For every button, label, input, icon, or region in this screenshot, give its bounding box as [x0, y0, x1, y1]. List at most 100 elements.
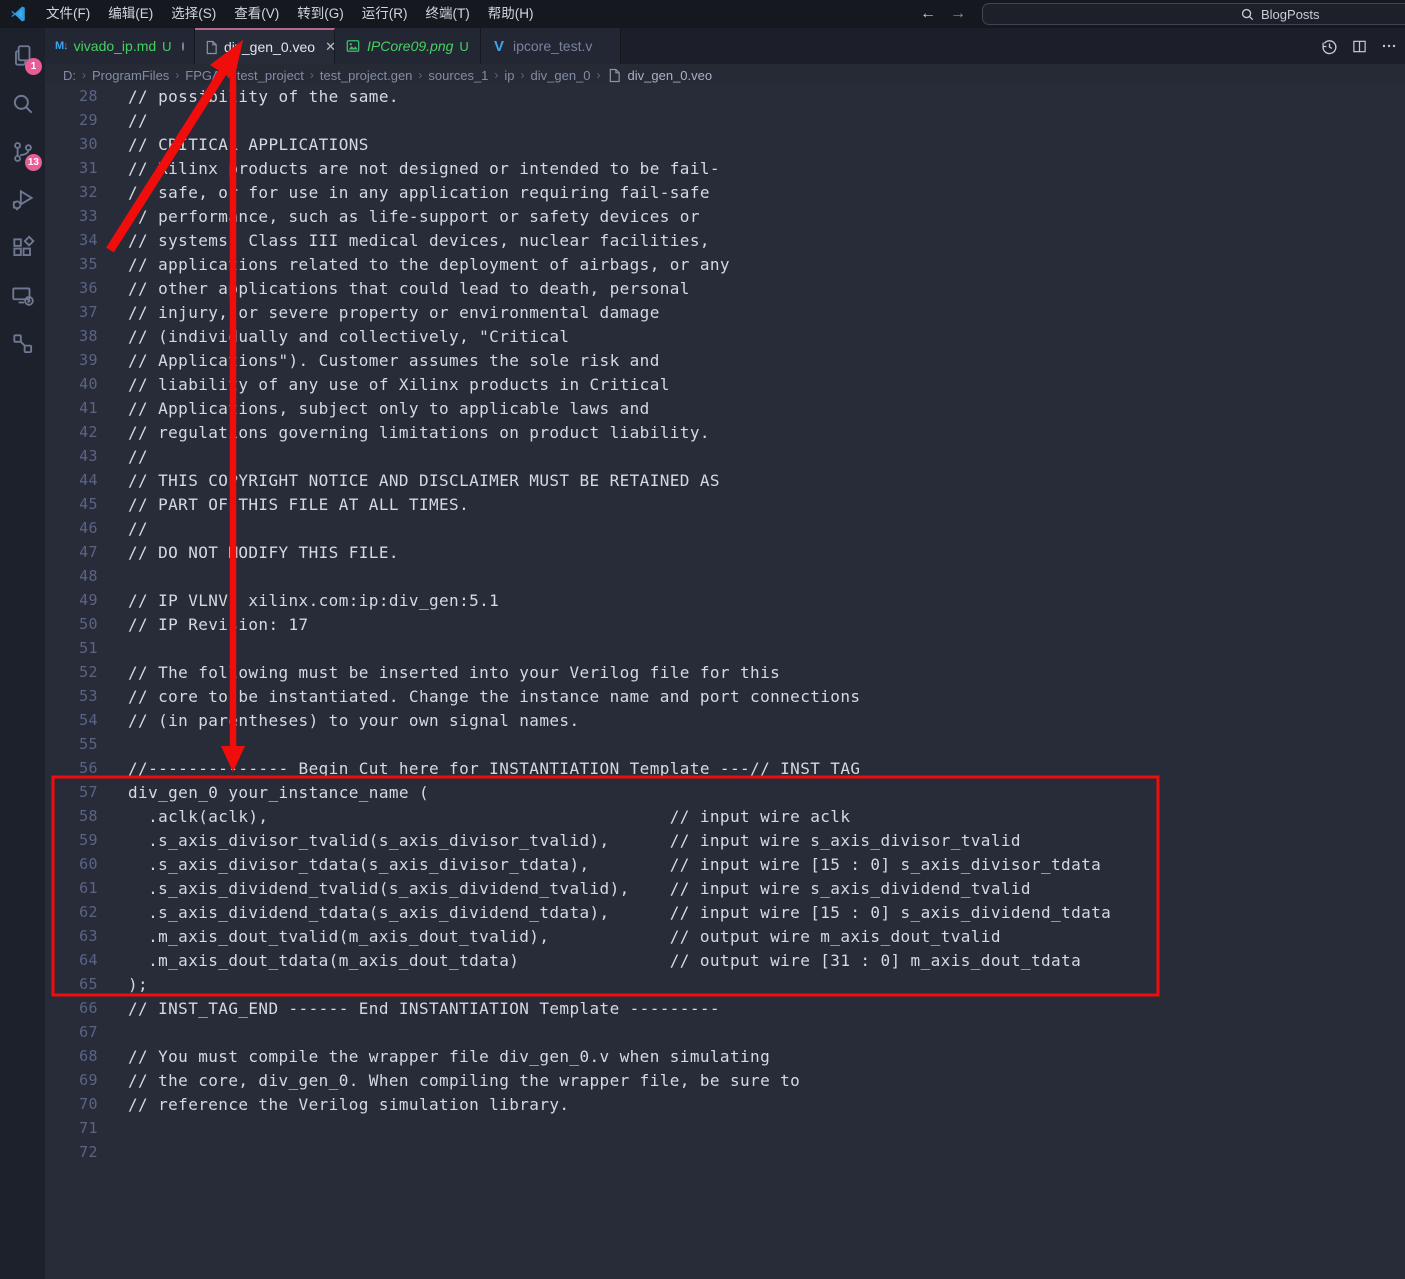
code-line[interactable]: 35// applications related to the deploym… — [45, 252, 1405, 276]
code-line[interactable]: 48 — [45, 564, 1405, 588]
history-icon[interactable] — [1319, 36, 1339, 56]
code-line[interactable]: 32// safe, or for use in any application… — [45, 180, 1405, 204]
breadcrumb-item[interactable]: test_project — [235, 68, 306, 83]
breadcrumb-item[interactable]: div_gen_0 — [529, 68, 593, 83]
search-box-text: BlogPosts — [1261, 7, 1320, 22]
menu-item-2[interactable]: 选择(S) — [162, 0, 225, 28]
code-line[interactable]: 36// other applications that could lead … — [45, 276, 1405, 300]
code-line[interactable]: 65); — [45, 972, 1405, 996]
code-line[interactable]: 58 .aclk(aclk), // input wire aclk — [45, 804, 1405, 828]
tab-vivado_ip-md[interactable]: M↓vivado_ip.mdU — [45, 28, 195, 64]
line-text: // You must compile the wrapper file div… — [128, 1047, 770, 1066]
line-text: // — [128, 447, 148, 466]
code-line[interactable]: 63 .m_axis_dout_tvalid(m_axis_dout_tvali… — [45, 924, 1405, 948]
tab-IPCore09-png[interactable]: IPCore09.pngU — [335, 28, 481, 64]
breadcrumb-item[interactable]: FPGA — [183, 68, 222, 83]
breadcrumb-item[interactable]: D: — [61, 68, 78, 83]
code-line[interactable]: 60 .s_axis_divisor_tdata(s_axis_divisor_… — [45, 852, 1405, 876]
breadcrumb-item[interactable]: sources_1 — [426, 68, 490, 83]
breadcrumb-item[interactable]: ip — [502, 68, 516, 83]
activity-bar: 1 13 — [0, 28, 45, 1279]
code-line[interactable]: 57div_gen_0 your_instance_name ( — [45, 780, 1405, 804]
sidebar-item-extensions[interactable] — [0, 224, 45, 272]
line-text: // (individually and collectively, "Crit… — [128, 327, 569, 346]
code-line[interactable]: 54// (in parentheses) to your own signal… — [45, 708, 1405, 732]
tab-ipcore_test-v[interactable]: Vipcore_test.v — [481, 28, 621, 64]
code-line[interactable]: 33// performance, such as life-support o… — [45, 204, 1405, 228]
code-line[interactable]: 28// possibility of the same. — [45, 84, 1405, 108]
sidebar-item-explorer[interactable]: 1 — [0, 32, 45, 80]
sidebar-item-remote-explorer[interactable] — [0, 272, 45, 320]
line-text: .s_axis_divisor_tvalid(s_axis_divisor_tv… — [128, 831, 1021, 850]
code-line[interactable]: 39// Applications"). Customer assumes th… — [45, 348, 1405, 372]
code-line[interactable]: 30// CRITICAL APPLICATIONS — [45, 132, 1405, 156]
code-line[interactable]: 67 — [45, 1020, 1405, 1044]
line-text: .m_axis_dout_tdata(m_axis_dout_tdata) //… — [128, 951, 1081, 970]
code-line[interactable]: 41// Applications, subject only to appli… — [45, 396, 1405, 420]
menu-item-5[interactable]: 运行(R) — [353, 0, 417, 28]
breadcrumb-item[interactable]: ProgramFiles — [90, 68, 171, 83]
code-line[interactable]: 70// reference the Verilog simulation li… — [45, 1092, 1405, 1116]
line-text: // INST_TAG_END ------ End INSTANTIATION… — [128, 999, 720, 1018]
line-text: // Applications"). Customer assumes the … — [128, 351, 660, 370]
line-text: // regulations governing limitations on … — [128, 423, 710, 442]
code-line[interactable]: 66// INST_TAG_END ------ End INSTANTIATI… — [45, 996, 1405, 1020]
code-line[interactable]: 71 — [45, 1116, 1405, 1140]
breadcrumb-label: div_gen_0 — [531, 68, 591, 83]
breadcrumb-item[interactable]: test_project.gen — [318, 68, 415, 83]
code-line[interactable]: 37// injury, or severe property or envir… — [45, 300, 1405, 324]
code-line[interactable]: 47// DO NOT MODIFY THIS FILE. — [45, 540, 1405, 564]
line-number: 46 — [45, 519, 98, 537]
code-line[interactable]: 61 .s_axis_dividend_tvalid(s_axis_divide… — [45, 876, 1405, 900]
menu-item-7[interactable]: 帮助(H) — [479, 0, 543, 28]
code-line[interactable]: 55 — [45, 732, 1405, 756]
menu-item-4[interactable]: 转到(G) — [288, 0, 353, 28]
menu-item-6[interactable]: 终端(T) — [417, 0, 479, 28]
menu-item-1[interactable]: 编辑(E) — [99, 0, 162, 28]
code-line[interactable]: 34// systems, Class III medical devices,… — [45, 228, 1405, 252]
line-number: 51 — [45, 639, 98, 657]
sidebar-item-symbols[interactable] — [0, 320, 45, 368]
code-line[interactable]: 51 — [45, 636, 1405, 660]
code-line[interactable]: 38// (individually and collectively, "Cr… — [45, 324, 1405, 348]
code-line[interactable]: 69// the core, div_gen_0. When compiling… — [45, 1068, 1405, 1092]
code-line[interactable]: 68// You must compile the wrapper file d… — [45, 1044, 1405, 1068]
menu-item-3[interactable]: 查看(V) — [225, 0, 288, 28]
code-line[interactable]: 42// regulations governing limitations o… — [45, 420, 1405, 444]
line-number: 33 — [45, 207, 98, 225]
code-line[interactable]: 49// IP VLNV: xilinx.com:ip:div_gen:5.1 — [45, 588, 1405, 612]
back-arrow-icon[interactable]: ← — [920, 5, 936, 23]
line-number: 45 — [45, 495, 98, 513]
tab-div_gen_0-veo[interactable]: div_gen_0.veo✕ — [195, 28, 335, 64]
sidebar-item-source-control[interactable]: 13 — [0, 128, 45, 176]
breadcrumb-item[interactable]: div_gen_0.veo — [605, 68, 715, 83]
code-line[interactable]: 45// PART OF THIS FILE AT ALL TIMES. — [45, 492, 1405, 516]
split-editor-icon[interactable] — [1349, 36, 1369, 56]
line-number: 28 — [45, 87, 98, 105]
code-editor[interactable]: 28// possibility of the same.29//30// CR… — [45, 84, 1405, 1164]
more-actions-icon[interactable] — [1379, 36, 1399, 56]
remote-icon — [10, 283, 36, 309]
code-line[interactable]: 56//-------------- Begin Cut here for IN… — [45, 756, 1405, 780]
code-line[interactable]: 44// THIS COPYRIGHT NOTICE AND DISCLAIME… — [45, 468, 1405, 492]
code-line[interactable]: 40// liability of any use of Xilinx prod… — [45, 372, 1405, 396]
code-line[interactable]: 59 .s_axis_divisor_tvalid(s_axis_divisor… — [45, 828, 1405, 852]
line-number: 55 — [45, 735, 98, 753]
code-line[interactable]: 29// — [45, 108, 1405, 132]
code-line[interactable]: 50// IP Revision: 17 — [45, 612, 1405, 636]
sidebar-item-search[interactable] — [0, 80, 45, 128]
code-line[interactable]: 46// — [45, 516, 1405, 540]
code-line[interactable]: 62 .s_axis_dividend_tdata(s_axis_dividen… — [45, 900, 1405, 924]
command-search-box[interactable]: BlogPosts — [982, 3, 1405, 25]
code-line[interactable]: 72 — [45, 1140, 1405, 1164]
forward-arrow-icon[interactable]: → — [950, 5, 966, 23]
chevron-right-icon: › — [517, 68, 529, 82]
code-line[interactable]: 64 .m_axis_dout_tdata(m_axis_dout_tdata)… — [45, 948, 1405, 972]
code-line[interactable]: 52// The following must be inserted into… — [45, 660, 1405, 684]
menu-item-0[interactable]: 文件(F) — [37, 0, 99, 28]
code-line[interactable]: 43// — [45, 444, 1405, 468]
sidebar-item-run-debug[interactable] — [0, 176, 45, 224]
code-line[interactable]: 53// core to be instantiated. Change the… — [45, 684, 1405, 708]
line-number: 34 — [45, 231, 98, 249]
code-line[interactable]: 31// Xilinx products are not designed or… — [45, 156, 1405, 180]
